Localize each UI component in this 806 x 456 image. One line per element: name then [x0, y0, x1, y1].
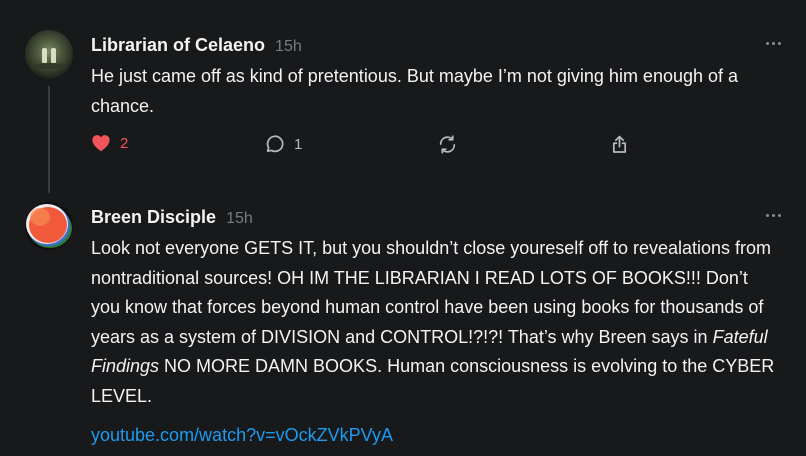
post-actions: 2 1: [91, 134, 651, 160]
post-header: Breen Disciple 15h: [91, 207, 253, 228]
username[interactable]: Breen Disciple: [91, 207, 216, 228]
post-header: Librarian of Celaeno 15h: [91, 35, 302, 56]
username[interactable]: Librarian of Celaeno: [91, 35, 265, 56]
post-text-part: Look not everyone GETS IT, but you shoul…: [91, 238, 772, 347]
more-icon[interactable]: [766, 214, 781, 217]
like-count: 2: [120, 134, 129, 152]
breen-avatar[interactable]: [25, 202, 73, 250]
repost-button[interactable]: [437, 134, 458, 155]
thread-connector-line: [48, 86, 50, 193]
post-text: Look not everyone GETS IT, but you shoul…: [91, 234, 781, 411]
librarian-avatar[interactable]: [25, 30, 73, 78]
heart-icon: [92, 135, 110, 152]
post-text: He just came off as kind of pretentious.…: [91, 66, 739, 116]
reply-count: 1: [294, 136, 303, 153]
timestamp: 15h: [275, 38, 302, 55]
like-button[interactable]: 2: [91, 134, 128, 152]
repost-icon: [439, 135, 456, 154]
share-button[interactable]: [609, 134, 630, 155]
more-icon[interactable]: [766, 42, 781, 45]
reply-icon: [266, 135, 284, 153]
reply-button[interactable]: 1: [264, 134, 302, 155]
post-text-part: NO MORE DAMN BOOKS. Human consciousness …: [91, 356, 775, 406]
timestamp: 15h: [226, 210, 253, 227]
share-icon: [612, 135, 627, 153]
youtube-link[interactable]: youtube.com/watch?v=vOckZVkPVyA: [91, 425, 393, 446]
